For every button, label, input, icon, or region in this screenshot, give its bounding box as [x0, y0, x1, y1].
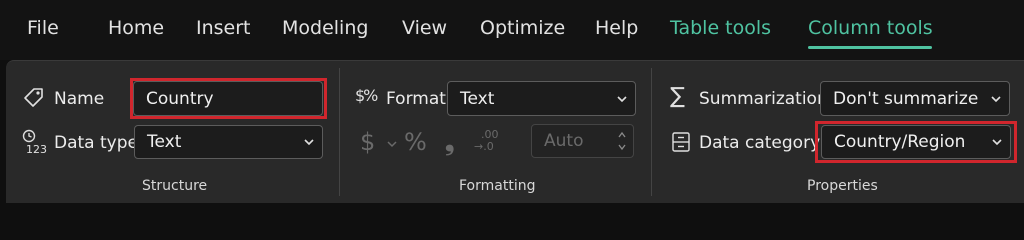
decimal-icon-bottom: →.0 [474, 140, 494, 153]
decimal-places-spinner[interactable]: Auto [531, 124, 634, 158]
summarization-dropdown[interactable]: Don't summarize [820, 81, 1010, 116]
clock-icon [22, 129, 36, 143]
chevron-down-icon [991, 95, 1001, 102]
name-input[interactable]: Country [133, 81, 323, 116]
structure-group-label: Structure [142, 178, 208, 194]
currency-icon[interactable]: $ [360, 128, 375, 156]
menu-view[interactable]: View [402, 17, 447, 39]
data-category-dropdown[interactable]: Country/Region [821, 125, 1011, 159]
group-separator [339, 68, 340, 196]
menu-column-tools[interactable]: Column tools [808, 17, 933, 39]
data-category-dropdown-value: Country/Region [834, 132, 966, 152]
properties-group-label: Properties [807, 178, 878, 194]
data-category-label: Data category [699, 133, 821, 153]
chevron-down-icon [617, 95, 627, 102]
comma-icon[interactable]: ❟ [445, 128, 454, 156]
data-category-icon [672, 132, 690, 152]
name-label: Name [54, 89, 105, 109]
chevron-down-icon [304, 139, 314, 146]
menu-optimize[interactable]: Optimize [480, 17, 565, 39]
menu-help[interactable]: Help [595, 17, 638, 39]
datatype-dropdown-value: Text [147, 132, 182, 152]
datatype-dropdown[interactable]: Text [134, 125, 323, 159]
format-label: Format [386, 89, 446, 109]
menu-file[interactable]: File [27, 17, 59, 39]
datatype-icon-text: 123 [26, 143, 47, 156]
chevron-down-icon [992, 139, 1002, 146]
datatype-label: Data type [54, 133, 138, 153]
active-tab-indicator [808, 46, 932, 49]
menu-table-tools[interactable]: Table tools [670, 17, 771, 39]
format-icon: $% [355, 86, 378, 105]
currency-chevron-icon[interactable] [386, 139, 398, 149]
name-input-value: Country [146, 88, 214, 109]
percent-icon[interactable]: % [404, 128, 427, 156]
menu-modeling[interactable]: Modeling [282, 17, 368, 39]
format-dropdown-value: Text [460, 88, 495, 109]
datatype-icon: 123 [22, 129, 50, 157]
format-dropdown[interactable]: Text [447, 81, 636, 116]
spinner-arrows-icon[interactable] [617, 129, 627, 153]
summarization-dropdown-value: Don't summarize [833, 88, 979, 109]
menu-insert[interactable]: Insert [196, 17, 251, 39]
formatting-group-label: Formatting [459, 178, 536, 194]
decimal-icon[interactable]: .00 →.0 [474, 128, 502, 156]
menu-bar: File Home Insert Modeling View Optimize … [0, 0, 1024, 60]
decimal-places-placeholder: Auto [544, 131, 584, 151]
group-separator [651, 68, 652, 196]
menu-home[interactable]: Home [108, 17, 164, 39]
tag-icon [24, 88, 43, 107]
sigma-icon: ∑ [670, 84, 685, 109]
summarization-label: Summarization [699, 89, 828, 109]
